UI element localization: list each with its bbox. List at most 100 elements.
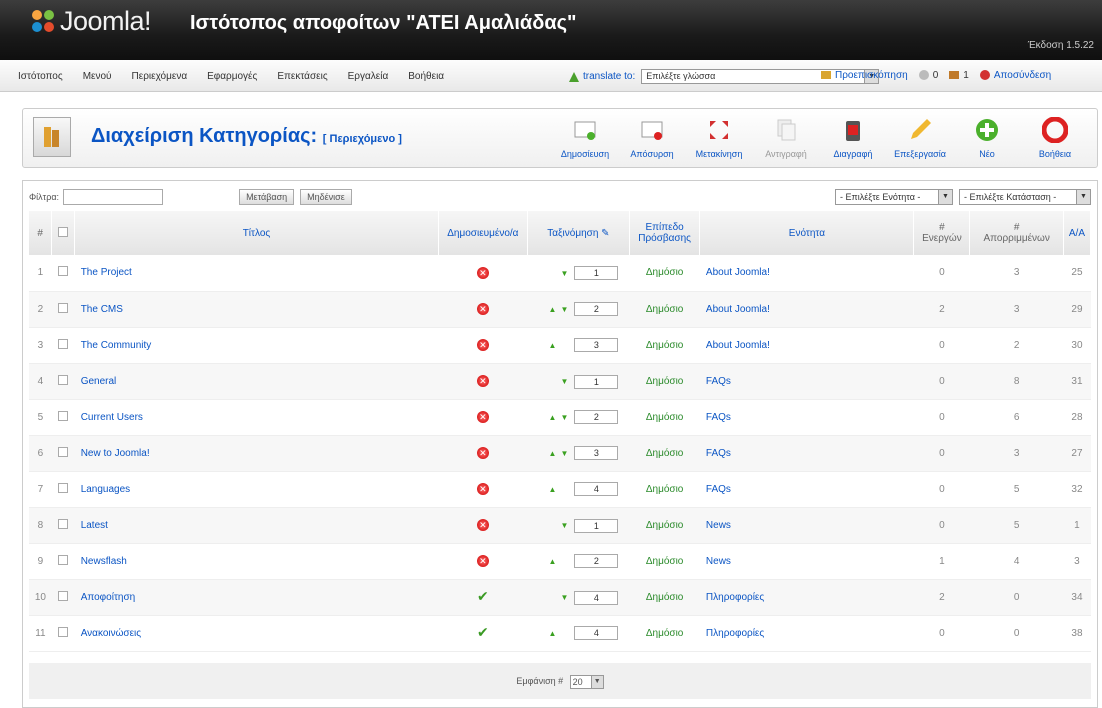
row-checkbox[interactable]: [58, 482, 69, 493]
row-checkbox[interactable]: [58, 590, 69, 601]
filter-input[interactable]: [63, 189, 164, 205]
column-section[interactable]: Ενότητα: [699, 211, 915, 255]
column-select-all[interactable]: [51, 211, 76, 255]
row-title-link[interactable]: General: [74, 363, 439, 400]
row-checkbox[interactable]: [58, 446, 69, 457]
row-checkbox-cell[interactable]: [51, 507, 75, 544]
order-down-icon[interactable]: ▼: [558, 521, 570, 530]
order-input[interactable]: 1: [574, 374, 619, 389]
column-id[interactable]: Α/Α: [1063, 211, 1092, 255]
row-checkbox-cell[interactable]: [51, 471, 75, 508]
order-down-icon[interactable]: ▼: [558, 305, 570, 314]
row-checkbox-cell[interactable]: [51, 363, 75, 400]
row-published-cell[interactable]: ✕: [438, 471, 528, 508]
row-section-link[interactable]: News: [699, 543, 914, 580]
select-all-checkbox[interactable]: [58, 226, 69, 237]
table-row[interactable]: 6 New to Joomla! ✕ ▲ ▼ 3 Δημόσιο FAQs 0 3 27: [29, 435, 1091, 472]
order-up-icon[interactable]: ▲: [546, 629, 558, 638]
row-published-cell[interactable]: ✕: [438, 507, 528, 544]
order-input[interactable]: 4: [574, 626, 619, 640]
row-title-link[interactable]: The CMS: [74, 291, 439, 328]
row-title-link[interactable]: Languages: [74, 471, 439, 508]
column-title[interactable]: Τίτλος: [74, 211, 439, 255]
menu-item-tools[interactable]: Εργαλεία: [348, 71, 389, 82]
row-section-link[interactable]: FAQs: [699, 399, 914, 436]
unpublished-x-icon[interactable]: ✕: [476, 483, 489, 495]
row-checkbox[interactable]: [58, 518, 69, 529]
order-up-icon[interactable]: ▲: [546, 341, 558, 350]
row-access-link[interactable]: Δημόσιο: [629, 507, 700, 544]
row-access-link[interactable]: Δημόσιο: [629, 579, 700, 616]
row-title-link[interactable]: Latest: [74, 507, 439, 544]
row-access-link[interactable]: Δημόσιο: [629, 543, 700, 580]
unpublished-x-icon[interactable]: ✕: [476, 411, 489, 423]
column-access[interactable]: Επίπεδο Πρόσβασης: [629, 211, 701, 255]
row-published-cell[interactable]: ✔: [438, 579, 528, 616]
row-checkbox-cell[interactable]: [51, 615, 75, 652]
row-published-cell[interactable]: ✕: [438, 399, 528, 436]
delete-button[interactable]: Διαγραφή: [821, 117, 885, 159]
menu-item-components[interactable]: Εφαρμογές: [207, 71, 257, 82]
order-input[interactable]: 1: [574, 518, 619, 533]
unpublished-x-icon[interactable]: ✕: [476, 555, 489, 567]
row-published-cell[interactable]: ✕: [438, 543, 528, 580]
logout-link[interactable]: Αποσύνδεση: [979, 69, 1051, 81]
table-row[interactable]: 8 Latest ✕ ▼ 1 Δημόσιο News 0 5 1: [29, 507, 1091, 544]
row-published-cell[interactable]: ✕: [438, 435, 528, 472]
row-access-link[interactable]: Δημόσιο: [629, 615, 700, 652]
menu-item-site[interactable]: Ιστότοπος: [18, 71, 63, 82]
row-access-link[interactable]: Δημόσιο: [629, 291, 700, 328]
published-check-icon[interactable]: ✔: [477, 625, 489, 639]
order-down-icon[interactable]: ▼: [558, 593, 570, 602]
table-row[interactable]: 2 The CMS ✕ ▲ ▼ 2 Δημόσιο About Joomla! 2 3 29: [29, 291, 1091, 328]
row-title-link[interactable]: The Community: [74, 327, 439, 364]
order-up-icon[interactable]: ▲: [546, 557, 558, 566]
row-published-cell[interactable]: ✕: [438, 363, 528, 400]
row-published-cell[interactable]: ✕: [438, 327, 528, 364]
row-checkbox[interactable]: [58, 410, 69, 421]
order-down-icon[interactable]: ▼: [558, 449, 570, 458]
row-section-link[interactable]: About Joomla!: [699, 291, 914, 328]
table-row[interactable]: 10 Αποφοίτηση ✔ ▼ 4 Δημόσιο Πληροφορίες 2 0 34: [29, 579, 1091, 616]
row-title-link[interactable]: Current Users: [74, 399, 439, 436]
unpublish-button[interactable]: Απόσυρση: [620, 117, 684, 159]
row-checkbox-cell[interactable]: [51, 399, 75, 436]
unpublished-x-icon[interactable]: ✕: [476, 339, 489, 351]
published-check-icon[interactable]: ✔: [477, 589, 489, 603]
row-checkbox-cell[interactable]: [51, 291, 75, 328]
table-row[interactable]: 5 Current Users ✕ ▲ ▼ 2 Δημόσιο FAQs 0 6 28: [29, 399, 1091, 436]
order-input[interactable]: 4: [574, 590, 619, 605]
copy-button[interactable]: Αντιγραφή: [754, 117, 818, 159]
order-down-icon[interactable]: ▼: [558, 377, 570, 386]
row-checkbox[interactable]: [58, 374, 69, 385]
order-input[interactable]: 4: [574, 482, 619, 496]
menu-item-content[interactable]: Περιεχόμενα: [132, 71, 188, 82]
unpublished-x-icon[interactable]: ✕: [476, 519, 489, 531]
menu-item-extensions[interactable]: Επεκτάσεις: [277, 71, 327, 82]
row-access-link[interactable]: Δημόσιο: [629, 399, 700, 436]
table-row[interactable]: 3 The Community ✕ ▲ 3 Δημόσιο About Joomla! 0 2 3…: [29, 327, 1091, 364]
publish-button[interactable]: Δημοσίευση: [553, 117, 617, 159]
order-up-icon[interactable]: ▲: [546, 305, 558, 314]
row-section-link[interactable]: About Joomla!: [699, 327, 914, 364]
row-checkbox-cell[interactable]: [51, 327, 75, 364]
order-up-icon[interactable]: ▲: [546, 485, 558, 494]
table-row[interactable]: 4 General ✕ ▼ 1 Δημόσιο FAQs 0 8 31: [29, 363, 1091, 400]
order-input[interactable]: 3: [574, 446, 619, 460]
menu-item-menus[interactable]: Μενού: [83, 71, 112, 82]
row-section-link[interactable]: FAQs: [699, 435, 914, 472]
row-section-link[interactable]: News: [699, 507, 914, 544]
row-section-link[interactable]: Πληροφορίες: [699, 615, 914, 652]
unpublished-x-icon[interactable]: ✕: [476, 266, 489, 279]
row-section-link[interactable]: FAQs: [699, 471, 914, 508]
row-checkbox[interactable]: [58, 302, 69, 313]
row-title-link[interactable]: Newsflash: [74, 543, 439, 580]
unpublished-x-icon[interactable]: ✕: [476, 447, 489, 459]
row-section-link[interactable]: Πληροφορίες: [699, 579, 914, 616]
order-input[interactable]: 1: [574, 266, 619, 281]
row-title-link[interactable]: Αποφοίτηση: [74, 579, 439, 616]
edit-button[interactable]: Επεξεργασία: [888, 117, 952, 159]
order-input[interactable]: 3: [574, 338, 619, 352]
row-checkbox-cell[interactable]: [51, 255, 75, 292]
table-row[interactable]: 7 Languages ✕ ▲ 4 Δημόσιο FAQs 0 5 32: [29, 471, 1091, 508]
